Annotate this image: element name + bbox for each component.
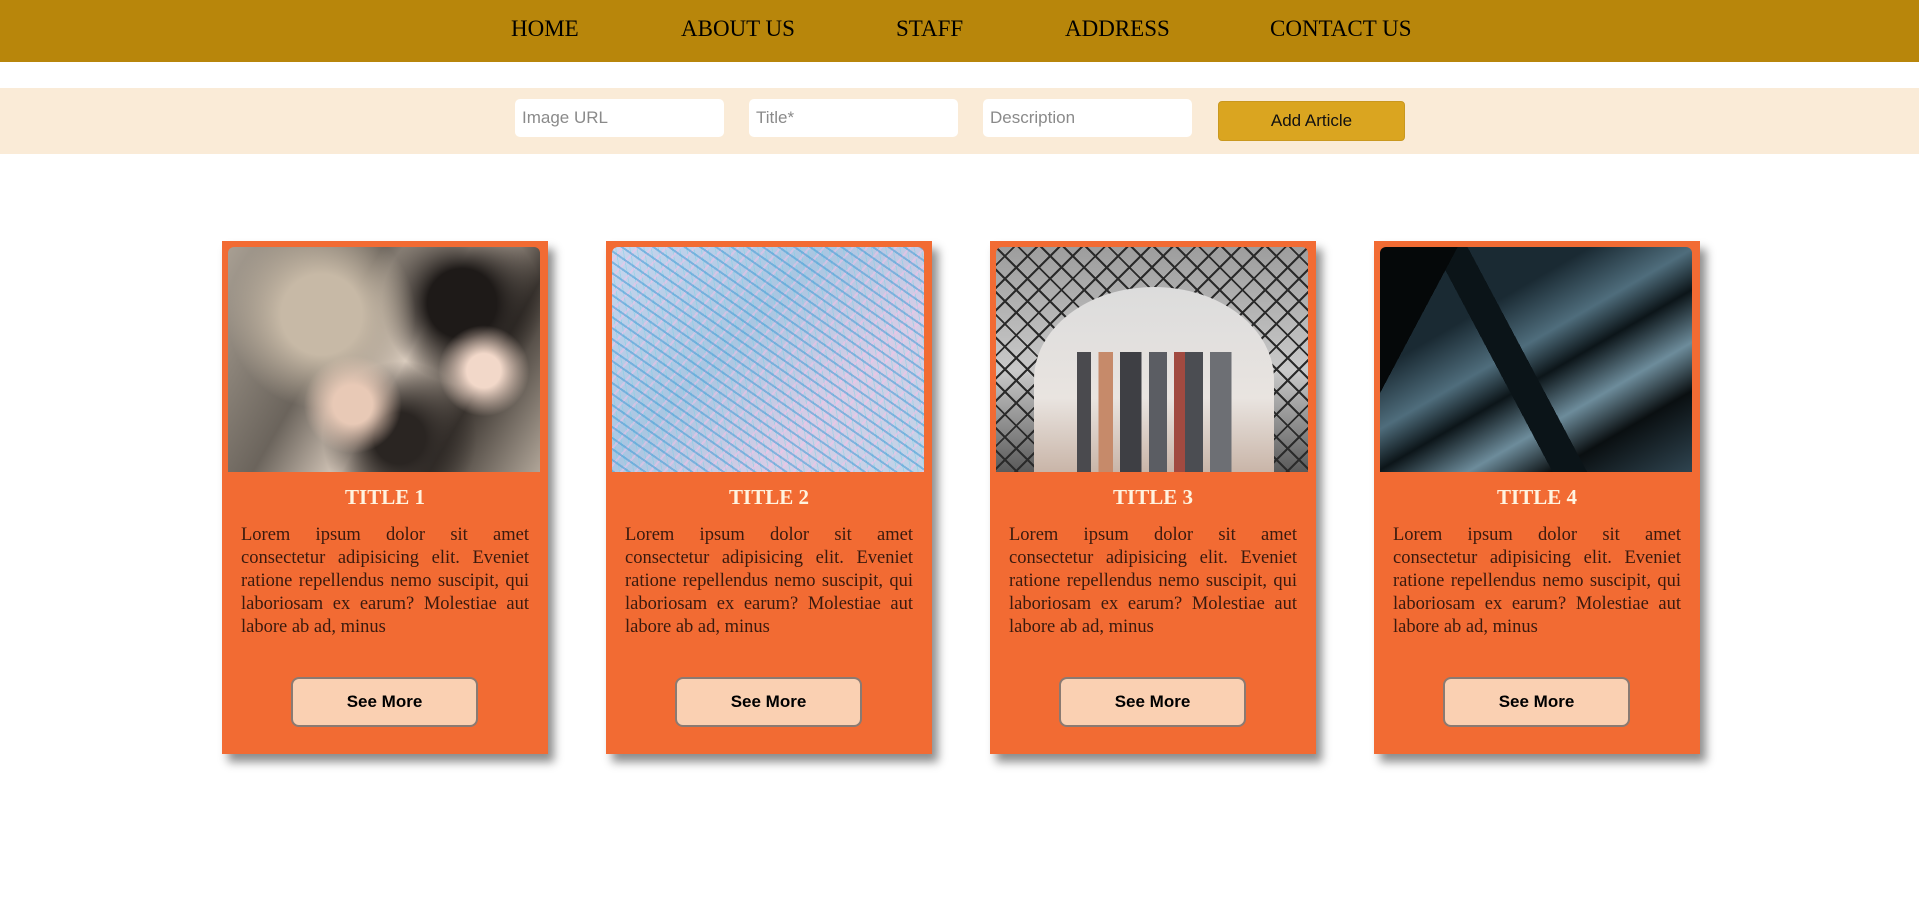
article-card-text: Lorem ipsum dolor sit amet consectetur a… — [241, 525, 529, 637]
article-card-image — [996, 247, 1308, 472]
image-url-input[interactable] — [515, 99, 724, 137]
article-card-text: Lorem ipsum dolor sit amet consectetur a… — [1393, 525, 1681, 637]
article-card-title: TITLE 4 — [1497, 485, 1577, 509]
nav-about-us-link[interactable]: ABOUT US — [681, 16, 795, 42]
article-card-image — [1380, 247, 1692, 472]
article-card: TITLE 4 Lorem ipsum dolor sit amet conse… — [1374, 241, 1700, 754]
add-article-button[interactable]: Add Article — [1218, 101, 1405, 141]
article-card: TITLE 1 Lorem ipsum dolor sit amet conse… — [222, 241, 548, 754]
article-card-text: Lorem ipsum dolor sit amet consectetur a… — [625, 525, 913, 637]
article-card: TITLE 3 Lorem ipsum dolor sit amet conse… — [990, 241, 1316, 754]
article-card-text: Lorem ipsum dolor sit amet consectetur a… — [1009, 525, 1297, 637]
nav-staff-link[interactable]: STAFF — [896, 16, 963, 42]
description-input[interactable] — [983, 99, 1192, 137]
see-more-button[interactable]: See More — [675, 677, 862, 727]
article-card-image — [228, 247, 540, 472]
top-navbar: HOME ABOUT US STAFF ADDRESS CONTACT US — [0, 0, 1919, 62]
article-card: TITLE 2 Lorem ipsum dolor sit amet conse… — [606, 241, 932, 754]
article-card-title: TITLE 2 — [729, 485, 809, 509]
see-more-button[interactable]: See More — [1443, 677, 1630, 727]
city-skyline — [1066, 352, 1246, 472]
article-card-image — [612, 247, 924, 472]
nav-contact-us-link[interactable]: CONTACT US — [1270, 16, 1412, 42]
nav-home-link[interactable]: HOME — [511, 16, 579, 42]
see-more-button[interactable]: See More — [1059, 677, 1246, 727]
article-card-title: TITLE 3 — [1113, 485, 1193, 509]
add-article-form: Add Article — [0, 88, 1919, 154]
see-more-button[interactable]: See More — [291, 677, 478, 727]
nav-address-link[interactable]: ADDRESS — [1065, 16, 1170, 42]
title-input[interactable] — [749, 99, 958, 137]
article-card-title: TITLE 1 — [345, 485, 425, 509]
